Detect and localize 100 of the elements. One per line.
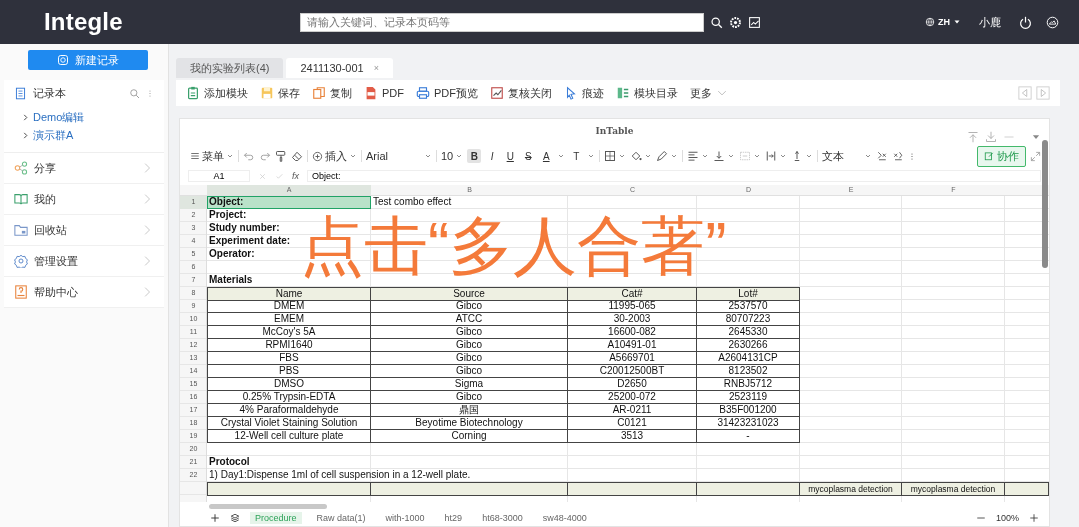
- sheet-tab[interactable]: ht68-3000: [477, 512, 528, 524]
- layers-icon[interactable]: [230, 513, 240, 523]
- table-cell: 80707223: [697, 313, 800, 326]
- insert-dropdown[interactable]: 插入: [312, 148, 357, 164]
- toolbar-button[interactable]: 保存: [260, 85, 300, 101]
- table-cell: Gibco: [371, 300, 568, 313]
- nav-item[interactable]: 分享: [4, 153, 164, 184]
- more-button[interactable]: 更多: [690, 85, 728, 101]
- sheet-tab[interactable]: with-1000: [380, 512, 430, 524]
- nav-item[interactable]: 帮助中心: [4, 277, 164, 308]
- scrollbar-thumb[interactable]: [209, 503, 327, 509]
- table-cell: 2645330: [697, 326, 800, 339]
- expand-icon[interactable]: [1030, 150, 1041, 162]
- new-record-button[interactable]: 新建记录: [28, 50, 148, 70]
- decimal-decrease-icon[interactable]: [892, 150, 905, 162]
- format-button[interactable]: S: [521, 149, 536, 163]
- caret-icon: [727, 152, 736, 160]
- toolbar-button[interactable]: 添加模块: [186, 85, 248, 101]
- number-format-dropdown[interactable]: 文本: [822, 148, 873, 164]
- upload-icon[interactable]: [967, 131, 979, 143]
- column-width-icon[interactable]: [765, 150, 778, 162]
- zoom-in-icon[interactable]: [1029, 513, 1039, 523]
- chart-icon: [490, 86, 504, 100]
- paint-roller-icon[interactable]: [275, 150, 287, 162]
- format-button[interactable]: I: [485, 149, 500, 163]
- table-cell: DMSO: [207, 378, 371, 391]
- font-dropdown[interactable]: Arial: [366, 150, 432, 162]
- toolbar-button[interactable]: PDF: [364, 86, 404, 100]
- undo-icon[interactable]: [243, 150, 255, 162]
- download-icon[interactable]: [985, 131, 997, 143]
- sheet-tab[interactable]: sw48-4000: [537, 512, 592, 524]
- nav-item[interactable]: 管理设置: [4, 246, 164, 277]
- printer-icon: [416, 86, 430, 100]
- tab[interactable]: 我的实验列表(4): [176, 58, 284, 78]
- borders-icon[interactable]: [604, 150, 617, 162]
- merge-cells-icon[interactable]: [739, 150, 752, 162]
- table-cell-text: Project:: [208, 209, 248, 222]
- table-cell: 30-2003: [568, 313, 697, 326]
- pen-icon[interactable]: [656, 150, 669, 162]
- table-cell: EMEM: [207, 313, 371, 326]
- format-button[interactable]: A: [539, 149, 554, 163]
- format-button[interactable]: B: [467, 149, 482, 163]
- tree-item[interactable]: 演示群A: [33, 127, 74, 143]
- table-cell: -: [697, 430, 800, 443]
- align-bottom-icon[interactable]: [713, 150, 726, 162]
- document-icon: [57, 54, 69, 66]
- caret-icon: [557, 152, 566, 160]
- gear-icon[interactable]: [729, 15, 742, 29]
- toolbar-button[interactable]: 痕迹: [564, 85, 604, 101]
- caret-icon: [670, 152, 679, 160]
- align-left-icon[interactable]: [687, 150, 700, 162]
- menu-dropdown[interactable]: 菜单: [190, 148, 234, 164]
- user-name[interactable]: 小鹿: [979, 14, 1001, 30]
- tree-item[interactable]: Demo编辑: [33, 109, 85, 125]
- table-header-cell: Cat#: [568, 287, 697, 301]
- table-cell: Gibco: [371, 326, 568, 339]
- redo-icon[interactable]: [259, 150, 271, 162]
- tab[interactable]: 2411130-001 ×: [286, 58, 393, 78]
- add-sheet-icon[interactable]: [210, 513, 220, 523]
- language-selector[interactable]: ZH: [925, 17, 961, 27]
- notebook-icon: [14, 86, 27, 100]
- share-icon: [14, 161, 28, 175]
- chevron-down-icon: [716, 88, 728, 98]
- help-document-icon: [14, 285, 28, 299]
- toolbar-button[interactable]: 复核关闭: [490, 85, 552, 101]
- table-cell: McCoy's 5A: [207, 326, 371, 339]
- nav-item[interactable]: 回收站: [4, 215, 164, 246]
- sheet-tab[interactable]: Raw data(1): [311, 512, 371, 524]
- table-cell: Sigma: [371, 378, 568, 391]
- search-field[interactable]: 请输入关键词、记录本页码等: [300, 12, 704, 32]
- toolbar-button[interactable]: 复制: [312, 85, 352, 101]
- font-size-dropdown[interactable]: 10: [441, 150, 464, 162]
- table-cell: 25200-072: [568, 391, 697, 404]
- table-cell: 鼎国: [371, 404, 568, 417]
- table-cell: 12-Well cell culture plate: [207, 430, 371, 443]
- cursor-icon: [564, 86, 578, 100]
- name-box[interactable]: A1: [188, 170, 250, 182]
- search-icon[interactable]: [710, 15, 723, 29]
- chevron-icon: [142, 162, 152, 174]
- format-button[interactable]: U: [503, 149, 518, 163]
- table-cell: Gibco: [371, 391, 568, 404]
- table-cell: A5669701: [568, 352, 697, 365]
- chevron-icon[interactable]: [22, 113, 29, 121]
- nav-item[interactable]: 我的: [4, 184, 164, 215]
- table-cell: 8123502: [697, 365, 800, 378]
- notebook-title[interactable]: 记录本: [33, 85, 123, 101]
- chevron-icon[interactable]: [22, 131, 29, 139]
- scrollbar-thumb[interactable]: [1042, 140, 1048, 268]
- decimal-increase-icon[interactable]: [876, 150, 889, 162]
- fill-bucket-icon[interactable]: [630, 150, 643, 162]
- toolbar-button[interactable]: 模块目录: [616, 85, 678, 101]
- globe-icon: [925, 17, 935, 27]
- format-button[interactable]: T: [569, 149, 584, 163]
- power-icon[interactable]: [1019, 15, 1032, 29]
- sheet-tab[interactable]: ht29: [439, 512, 468, 524]
- toolbar-button[interactable]: PDF预览: [416, 85, 478, 101]
- eraser-icon[interactable]: [291, 150, 303, 162]
- table-cell: 3513: [568, 430, 697, 443]
- chart-icon[interactable]: [748, 15, 761, 29]
- formula-field[interactable]: Object:: [307, 170, 1041, 182]
